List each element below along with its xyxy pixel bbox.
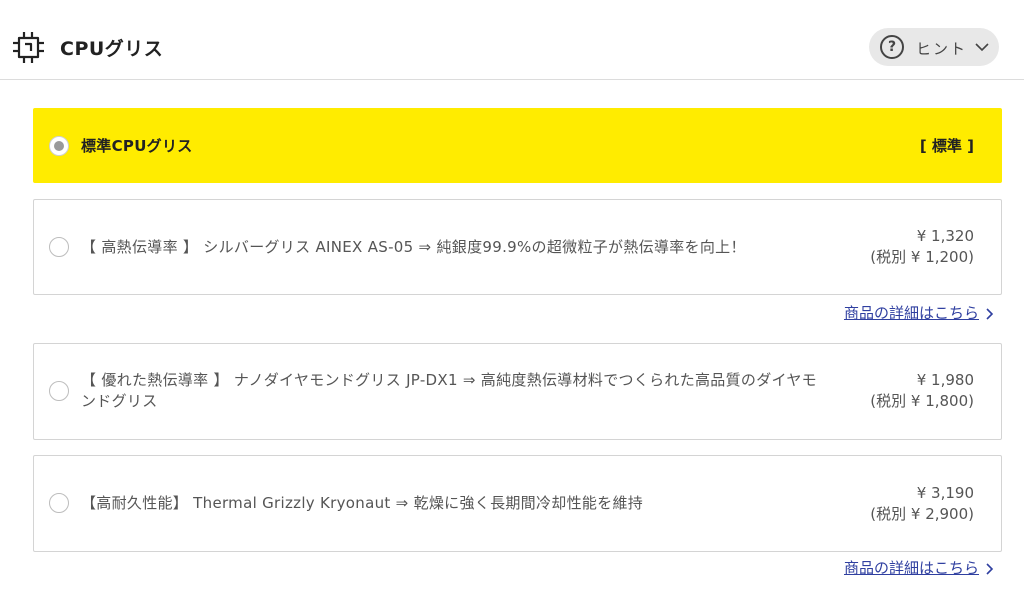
chevron-right-icon [986, 562, 994, 575]
option-kryonaut-grease[interactable]: 【高耐久性能】 Thermal Grizzly Kryonaut ⇒ 乾燥に強く… [33, 455, 1002, 552]
standard-tag: [ 標準 ] [919, 137, 974, 155]
price: ¥ 3,190 [916, 484, 974, 502]
chevron-down-icon [975, 43, 989, 52]
price-block: ¥ 3,190 (税別 ¥ 2,900) [870, 483, 974, 525]
option-silver-grease[interactable]: 【 高熱伝導率 】 シルバーグリス AINEX AS-05 ⇒ 純銀度99.9%… [33, 199, 1002, 295]
link-label: 商品の詳細はこちら [843, 304, 979, 322]
hint-label: ヒント [916, 40, 968, 58]
cpu-chip-icon [13, 32, 44, 63]
link-label: 商品の詳細はこちら [843, 559, 979, 577]
question-circle-icon: ? [880, 35, 904, 59]
price-block: ¥ 1,320 (税別 ¥ 1,200) [870, 226, 974, 268]
price-ex-tax: (税別 ¥ 1,800) [870, 392, 974, 410]
price-ex-tax: (税別 ¥ 1,200) [870, 248, 974, 266]
price-ex-tax: (税別 ¥ 2,900) [870, 505, 974, 523]
radio-button[interactable] [49, 237, 69, 257]
radio-button[interactable] [49, 493, 69, 513]
price: ¥ 1,980 [916, 371, 974, 389]
hint-button[interactable]: ? ヒント [869, 28, 999, 66]
option-label: 【高耐久性能】 Thermal Grizzly Kryonaut ⇒ 乾燥に強く… [81, 494, 644, 512]
option-standard-grease[interactable]: 標準CPUグリス [ 標準 ] [33, 108, 1002, 183]
price-block: ¥ 1,980 (税別 ¥ 1,800) [870, 370, 974, 412]
option-label: 標準CPUグリス [81, 137, 193, 155]
option-label: 【 高熱伝導率 】 シルバーグリス AINEX AS-05 ⇒ 純銀度99.9%… [81, 238, 746, 256]
price: ¥ 1,320 [916, 227, 974, 245]
radio-button[interactable] [49, 381, 69, 401]
option-label: 【 優れた熱伝導率 】 ナノダイヤモンドグリス JP-DX1 ⇒ 高純度熱伝導材… [81, 371, 817, 410]
option-nano-diamond-grease[interactable]: 【 優れた熱伝導率 】 ナノダイヤモンドグリス JP-DX1 ⇒ 高純度熱伝導材… [33, 343, 1002, 440]
page-header: CPUグリス ? ヒント [0, 0, 1024, 80]
radio-button[interactable] [49, 136, 69, 156]
page-title: CPUグリス [60, 38, 164, 60]
product-detail-link[interactable]: 商品の詳細はこちら [844, 302, 994, 323]
product-detail-link[interactable]: 商品の詳細はこちら [844, 557, 994, 578]
chevron-right-icon [986, 307, 994, 320]
